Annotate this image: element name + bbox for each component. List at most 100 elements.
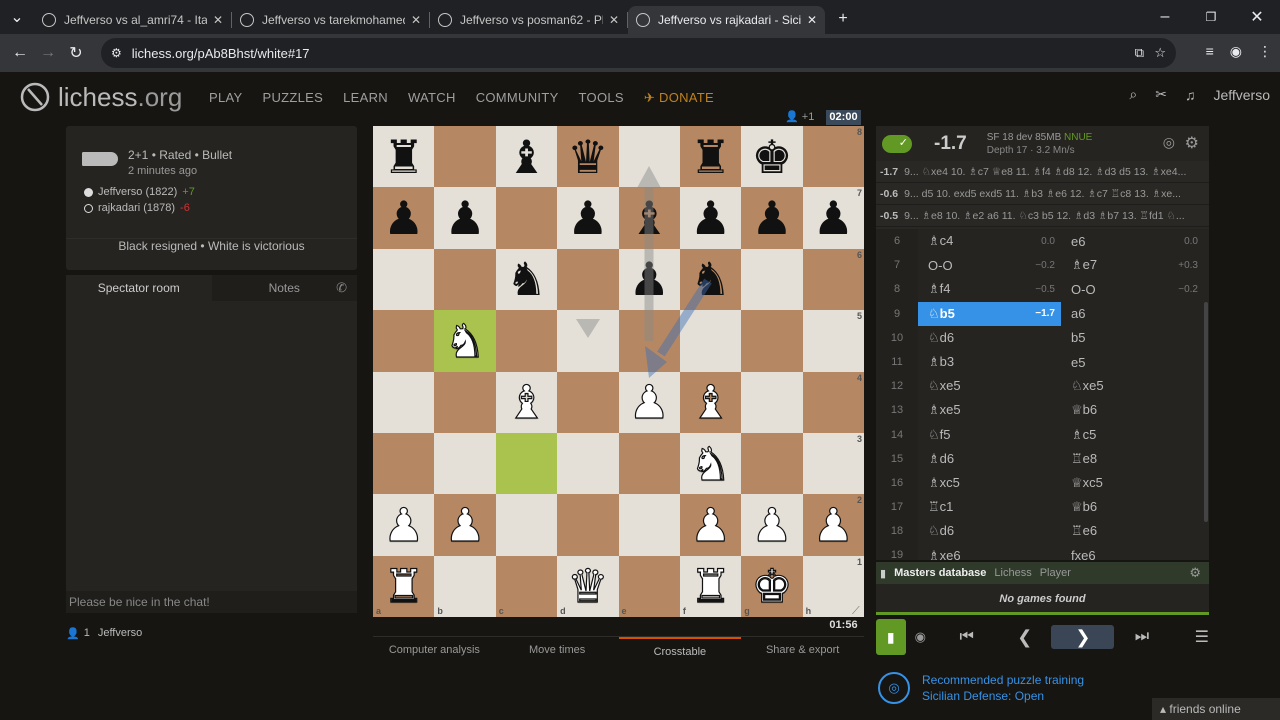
white-move[interactable]: ♘b5 −1.7 [918, 301, 1061, 326]
last-move-button[interactable]: ⏭ [1114, 628, 1169, 646]
white-move[interactable]: ♘f5 [918, 423, 1061, 447]
square-a3[interactable] [373, 432, 435, 495]
tab-move-times[interactable]: Move times [496, 637, 619, 662]
square-e4[interactable]: ♟ [618, 371, 680, 433]
black-knight-icon[interactable]: ♞ [506, 256, 547, 302]
square-g4[interactable] [741, 371, 803, 433]
nav-donate[interactable]: ✈ DONATE [644, 90, 714, 106]
spectator-name[interactable]: Jeffverso [98, 627, 142, 640]
square-f6[interactable]: ♞ [679, 248, 742, 311]
black-move[interactable]: ♕b6 [1061, 398, 1204, 422]
square-g3[interactable] [741, 432, 803, 495]
square-c2[interactable] [495, 494, 558, 556]
white-move[interactable]: ♗f4 −0.5 [918, 277, 1061, 301]
square-g6[interactable] [741, 248, 803, 311]
pv-line[interactable]: -1.7 9... ♘xe4 10. ♗c7 ♕e8 11. ♗f4 ♗d8 12… [876, 161, 1209, 183]
analysis-menu-icon[interactable]: ☰ [1170, 627, 1209, 647]
browser-tab[interactable]: Jeffverso vs tarekmohamedm - ✕ [232, 6, 429, 34]
board-resize-handle[interactable]: ⟋ [852, 605, 860, 618]
black-move[interactable]: e5 [1061, 350, 1204, 374]
black-pawn-icon[interactable]: ♟ [383, 195, 424, 241]
square-c1[interactable]: c [495, 555, 558, 617]
settings-gear-icon[interactable]: ⚙ [1185, 133, 1199, 153]
black-bishop-icon[interactable]: ♝ [629, 195, 670, 241]
white-move[interactable]: ♖c1 [918, 495, 1061, 519]
square-b5[interactable]: ♞ [434, 310, 496, 372]
tab-computer-analysis[interactable]: Computer analysis [373, 637, 496, 662]
nav-learn[interactable]: LEARN [343, 90, 388, 106]
square-c7[interactable] [495, 187, 558, 249]
minimize-icon[interactable]: – [1142, 8, 1188, 26]
square-f8[interactable]: ♜ [679, 126, 742, 188]
white-knight-icon[interactable]: ♞ [444, 317, 486, 364]
black-rook-icon[interactable]: ♜ [383, 134, 424, 180]
explorer-settings-gear-icon[interactable]: ⚙ [1189, 565, 1201, 581]
square-e6[interactable]: ♟ [618, 248, 680, 311]
square-f7[interactable]: ♟ [679, 187, 742, 249]
square-b1[interactable]: b [434, 555, 496, 617]
square-f2[interactable]: ♟ [679, 494, 742, 556]
white-rook-icon[interactable]: ♜ [382, 563, 424, 610]
tab-search-icon[interactable]: ⌄ [0, 7, 34, 27]
square-h4[interactable]: 4 [802, 371, 864, 433]
white-pawn-icon[interactable]: ♟ [812, 501, 854, 548]
white-move[interactable]: ♘d6 [918, 326, 1061, 350]
square-h8[interactable]: 8 [802, 126, 864, 188]
square-d6[interactable] [557, 248, 619, 311]
black-bishop-icon[interactable]: ♝ [506, 134, 547, 180]
square-c6[interactable]: ♞ [495, 248, 558, 311]
square-d3[interactable] [557, 432, 619, 495]
black-move[interactable]: fxe6 [1061, 543, 1204, 560]
white-player[interactable]: Jeffverso (1822) +7 [84, 186, 195, 198]
square-a1[interactable]: ♜ a [373, 555, 435, 617]
white-pawn-icon[interactable]: ♟ [444, 501, 486, 548]
square-b8[interactable] [434, 126, 496, 188]
black-pawn-icon[interactable]: ♟ [444, 195, 485, 241]
chat-input[interactable]: Please be nice in the chat! [66, 591, 357, 613]
black-player[interactable]: rajkadari (1878) -6 [84, 202, 190, 214]
practice-icon[interactable]: ◉ [906, 629, 936, 645]
tab-crosstable[interactable]: Crosstable [618, 637, 742, 662]
tab-share-export[interactable]: Share & export [741, 637, 864, 662]
close-tab-icon[interactable]: ✕ [609, 13, 619, 27]
white-bishop-icon[interactable]: ♝ [505, 379, 547, 426]
square-c5[interactable] [495, 310, 558, 372]
square-b2[interactable]: ♟ [434, 494, 496, 556]
square-a6[interactable] [373, 248, 435, 311]
square-b4[interactable] [434, 371, 496, 433]
black-knight-icon[interactable]: ♞ [690, 256, 731, 302]
tools-icon[interactable]: ✂ [1155, 86, 1167, 103]
explorer-masters-tab[interactable]: Masters database [894, 567, 986, 579]
explorer-player-tab[interactable]: Player [1040, 567, 1071, 579]
square-g8[interactable]: ♚ [741, 126, 803, 188]
nav-community[interactable]: COMMUNITY [476, 90, 559, 106]
new-tab-icon[interactable]: + [829, 10, 857, 28]
reading-list-icon[interactable]: ≡ [1206, 43, 1214, 60]
square-a7[interactable]: ♟ [373, 187, 435, 249]
black-queen-icon[interactable]: ♛ [567, 134, 608, 180]
nav-puzzles[interactable]: PUZZLES [262, 90, 323, 106]
profile-icon[interactable]: ◉ [1230, 43, 1242, 60]
bookmark-star-icon[interactable]: ☆ [1154, 45, 1166, 61]
nav-watch[interactable]: WATCH [408, 90, 456, 106]
white-move[interactable]: ♗b3 [918, 350, 1061, 374]
square-b7[interactable]: ♟ [434, 187, 496, 249]
square-g2[interactable]: ♟ [741, 494, 803, 556]
move-list-scrollbar[interactable] [1204, 302, 1208, 522]
pv-line[interactable]: -0.5 9... ♗e8 10. ♗e2 a6 11. ♘c3 b5 12. ♗… [876, 205, 1209, 227]
maximize-icon[interactable]: ❐ [1188, 10, 1234, 24]
white-move[interactable]: ♗c4 0.0 [918, 229, 1061, 253]
black-move[interactable]: b5 [1061, 326, 1204, 350]
site-info-icon[interactable]: ⚙ [111, 46, 122, 60]
black-move[interactable]: ♕b6 [1061, 495, 1204, 519]
square-f3[interactable]: ♞ [679, 432, 742, 495]
prev-move-button[interactable]: ❮ [998, 627, 1051, 648]
url-bar[interactable]: ⚙ lichess.org/pAb8Bhst/white#17 ⧉ ☆ [101, 38, 1176, 68]
black-move[interactable]: ♖e6 [1061, 519, 1204, 543]
square-h2[interactable]: ♟ 2 [802, 494, 864, 556]
next-move-button[interactable]: ❯ [1051, 625, 1115, 649]
square-d1[interactable]: ♛ d [557, 555, 619, 617]
white-knight-icon[interactable]: ♞ [689, 440, 731, 487]
square-c3[interactable] [495, 432, 558, 495]
black-king-icon[interactable]: ♚ [751, 134, 792, 180]
